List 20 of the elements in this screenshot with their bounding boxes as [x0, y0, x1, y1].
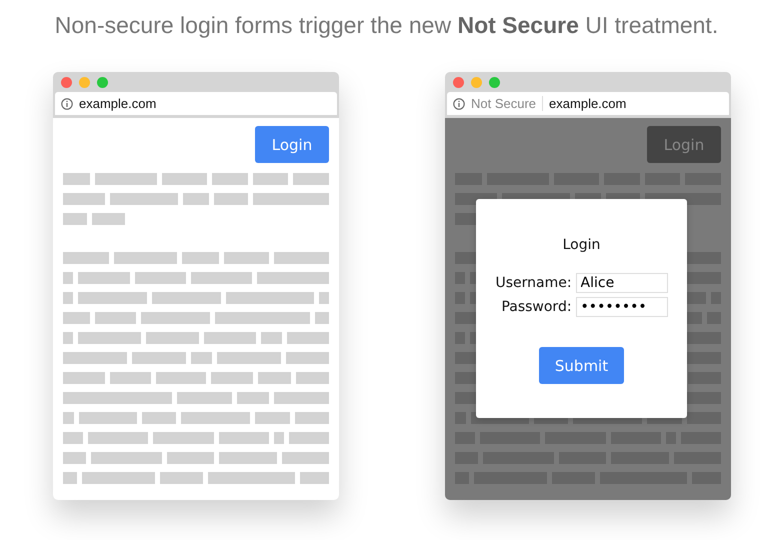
login-button[interactable]: Login: [255, 126, 329, 163]
security-label: Not Secure: [471, 96, 544, 111]
submit-button[interactable]: Submit: [539, 347, 624, 384]
field-label: Username:: [495, 275, 572, 291]
window-control-icon: [453, 76, 464, 88]
info-icon[interactable]: [453, 98, 465, 110]
dialog-title: Login: [562, 237, 600, 253]
window-control-icon: [61, 76, 72, 88]
caption-text: Non-secure login forms trigger the new Not Secure UI treatment.: [54, 11, 720, 40]
input-field[interactable]: Alice: [576, 273, 668, 293]
window-control-icon: [489, 76, 500, 88]
window-control-icon: [97, 76, 108, 88]
input-field[interactable]: ••••••••: [576, 297, 668, 317]
url-text: example.com: [79, 96, 156, 111]
field-label: Password:: [500, 299, 572, 315]
info-icon[interactable]: [61, 98, 73, 110]
window-control-icon: [79, 76, 90, 88]
login-button[interactable]: Login: [647, 126, 721, 163]
window-control-icon: [471, 76, 482, 88]
url-text: example.com: [549, 96, 626, 111]
